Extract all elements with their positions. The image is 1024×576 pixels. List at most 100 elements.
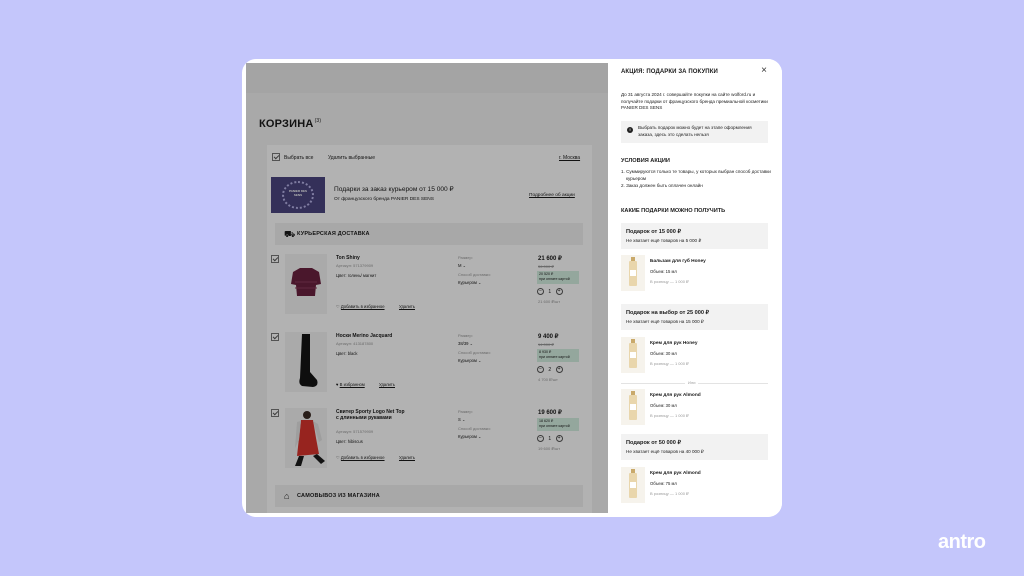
tier-title: Подарок от 50 000 ₽ bbox=[626, 440, 682, 446]
quantity-stepper: − 1 + bbox=[537, 288, 563, 295]
tier-missing: Не хватает ещё товаров на 5 000 ₽ bbox=[626, 238, 702, 243]
item-checkbox[interactable] bbox=[271, 409, 279, 417]
store-icon: ⌂ bbox=[284, 491, 290, 501]
gift-name: Крем для рук Honey bbox=[650, 341, 698, 346]
increase-qty-button[interactable]: + bbox=[555, 435, 563, 442]
gift-retail-price: В розницу — 1 000 ₽ bbox=[650, 279, 689, 284]
cart-panel: Выбрать все Удалить выбранные г. Москва … bbox=[267, 145, 592, 513]
pickup-section-header: ⌂ САМОВЫВОЗ ИЗ МАГАЗИНА bbox=[275, 485, 583, 507]
increase-qty-button[interactable]: + bbox=[555, 366, 563, 373]
gift-tier: Подарок на выбор от 25 000 ₽ Не хватает … bbox=[621, 304, 768, 330]
product-image bbox=[621, 255, 645, 291]
gift-name: Крем для рук Almond bbox=[650, 471, 701, 476]
add-to-favorites-button[interactable]: ♡ Добавить в избранное bbox=[336, 455, 385, 460]
condition-item: 2. Заказ должен быть оплачен онлайн bbox=[621, 183, 703, 188]
tier-missing: Не хватает ещё товаров на 40 000 ₽ bbox=[626, 449, 704, 454]
item-name[interactable]: Свитер Sporty Logo Net Top с длинными ру… bbox=[336, 409, 406, 421]
promo-subtitle: От французского бренда PANIER DES SENS bbox=[334, 197, 434, 202]
gift-tier: Подарок от 50 000 ₽ Не хватает ещё товар… bbox=[621, 434, 768, 460]
tier-title: Подарок от 15 000 ₽ bbox=[626, 229, 682, 235]
delete-item-button[interactable]: Удалить bbox=[399, 455, 415, 460]
product-image[interactable] bbox=[285, 254, 327, 314]
select-all-label[interactable]: Выбрать все bbox=[284, 155, 313, 161]
delivery-select[interactable]: Курьером ⌄ bbox=[458, 358, 482, 363]
unit-price: 19 600 ₽/шт bbox=[538, 446, 561, 451]
gifts-title: КАКИЕ ПОДАРКИ МОЖНО ПОЛУЧИТЬ bbox=[621, 208, 726, 214]
item-article: Артикул: 413187800 bbox=[336, 341, 374, 346]
qty-value: 1 bbox=[548, 435, 552, 442]
close-icon[interactable]: × bbox=[759, 66, 769, 76]
tier-title: Подарок на выбор от 25 000 ₽ bbox=[626, 310, 710, 316]
product-image[interactable] bbox=[285, 332, 327, 392]
delete-selected-button[interactable]: Удалить выбранные bbox=[328, 155, 375, 161]
size-label: Размер: bbox=[458, 409, 473, 414]
city-selector[interactable]: г. Москва bbox=[559, 155, 580, 161]
delivery-label: Способ доставки: bbox=[458, 272, 491, 277]
item-old-price: 36 000 ₽ bbox=[538, 264, 554, 269]
item-checkbox[interactable] bbox=[271, 255, 279, 263]
card-price-badge: 20 520 ₽ при оплате картой bbox=[537, 271, 579, 284]
decrease-qty-button[interactable]: − bbox=[537, 366, 544, 373]
page-title: КОРЗИНА(3) bbox=[259, 118, 322, 130]
decrease-qty-button[interactable]: − bbox=[537, 288, 544, 295]
info-note: ! Выбрать подарок можно будет на этапе о… bbox=[621, 121, 768, 143]
item-checkbox[interactable] bbox=[271, 333, 279, 341]
unit-price: 4 700 ₽/шт bbox=[538, 377, 558, 382]
tier-missing: Не хватает ещё товаров на 15 000 ₽ bbox=[626, 319, 704, 324]
size-select[interactable]: M ⌄ bbox=[458, 263, 466, 268]
gift-retail-price: В розницу — 1 000 ₽ bbox=[650, 491, 689, 496]
delivery-label: Способ доставки: bbox=[458, 426, 491, 431]
item-name[interactable]: Ton Shiny bbox=[336, 255, 406, 261]
item-price: 19 600 ₽ bbox=[538, 410, 562, 416]
courier-section-label: КУРЬЕРСКАЯ ДОСТАВКА bbox=[297, 231, 370, 237]
cart-page: КОРЗИНА(3) Выбрать все Удалить выбранные… bbox=[246, 63, 608, 513]
size-select[interactable]: 38/39 ⌄ bbox=[458, 341, 473, 346]
gift-item: Бальзам для губ Honey Объем: 15 мл В роз… bbox=[621, 255, 768, 291]
gift-item: Крем для рук Almond Объем: 30 мл В розни… bbox=[621, 389, 768, 425]
or-divider: Или bbox=[621, 380, 768, 386]
info-note-text: Выбрать подарок можно будет на этапе офо… bbox=[638, 125, 752, 137]
add-to-favorites-button[interactable]: ♡ Добавить в избранное bbox=[336, 304, 385, 309]
gift-retail-price: В розницу — 1 000 ₽ bbox=[650, 361, 689, 366]
item-color: Цвет: голень/ магнит bbox=[336, 273, 377, 278]
delivery-select[interactable]: Курьером ⌄ bbox=[458, 434, 482, 439]
item-color: Цвет: black bbox=[336, 351, 358, 356]
select-row: Выбрать все Удалить выбранные г. Москва bbox=[267, 145, 592, 169]
delivery-select[interactable]: Курьером ⌄ bbox=[458, 280, 482, 285]
card-price-badge: 8 930 ₽ при оплате картой bbox=[537, 349, 579, 362]
promo-modal: АКЦИЯ: ПОДАРКИ ЗА ПОКУПКИ × До 31 август… bbox=[608, 59, 782, 517]
gift-item: Крем для рук Honey Объем: 30 мл В розниц… bbox=[621, 337, 768, 373]
conditions-title: УСЛОВИЯ АКЦИИ bbox=[621, 158, 670, 164]
increase-qty-button[interactable]: + bbox=[555, 288, 563, 295]
modal-title: АКЦИЯ: ПОДАРКИ ЗА ПОКУПКИ bbox=[621, 69, 718, 75]
gift-volume: Объем: 30 мл bbox=[650, 351, 677, 356]
gift-retail-price: В розницу — 1 000 ₽ bbox=[650, 413, 689, 418]
conditions-list: 1. Суммируются только те товары, у котор… bbox=[621, 169, 771, 190]
modal-intro: До 31 августа 2024 г. совершайте покупки… bbox=[621, 92, 768, 110]
quantity-stepper: − 2 + bbox=[537, 366, 563, 373]
pickup-section-label: САМОВЫВОЗ ИЗ МАГАЗИНА bbox=[297, 493, 380, 499]
item-price: 21 600 ₽ bbox=[538, 256, 562, 262]
item-name[interactable]: Носки Merino Jacquard bbox=[336, 333, 406, 339]
product-image bbox=[621, 389, 645, 425]
promo-details-link[interactable]: Подробнее об акции bbox=[529, 193, 575, 198]
unit-price: 21 600 ₽/шт bbox=[538, 299, 561, 304]
in-favorites-button[interactable]: ♥ В избранном bbox=[336, 382, 365, 387]
decrease-qty-button[interactable]: − bbox=[537, 435, 544, 442]
app-window: КОРЗИНА(3) Выбрать все Удалить выбранные… bbox=[242, 59, 782, 517]
item-old-price: 14 000 ₽ bbox=[538, 342, 554, 347]
gift-tier: Подарок от 15 000 ₽ Не хватает ещё товар… bbox=[621, 223, 768, 249]
delivery-label: Способ доставки: bbox=[458, 350, 491, 355]
info-icon: ! bbox=[627, 127, 633, 133]
delete-item-button[interactable]: Удалить bbox=[379, 382, 395, 387]
select-all-checkbox[interactable] bbox=[272, 153, 280, 161]
size-select[interactable]: S ⌄ bbox=[458, 417, 465, 422]
gift-item: Крем для рук Almond Объем: 75 мл В розни… bbox=[621, 467, 768, 503]
product-image[interactable] bbox=[285, 408, 327, 468]
brand-logo: antro bbox=[938, 531, 986, 553]
gift-name: Крем для рук Almond bbox=[650, 393, 701, 398]
delete-item-button[interactable]: Удалить bbox=[399, 304, 415, 309]
courier-section-header: ⛟ КУРЬЕРСКАЯ ДОСТАВКА bbox=[275, 223, 583, 245]
cart-count: (3) bbox=[314, 118, 322, 125]
size-label: Размер: bbox=[458, 333, 473, 338]
